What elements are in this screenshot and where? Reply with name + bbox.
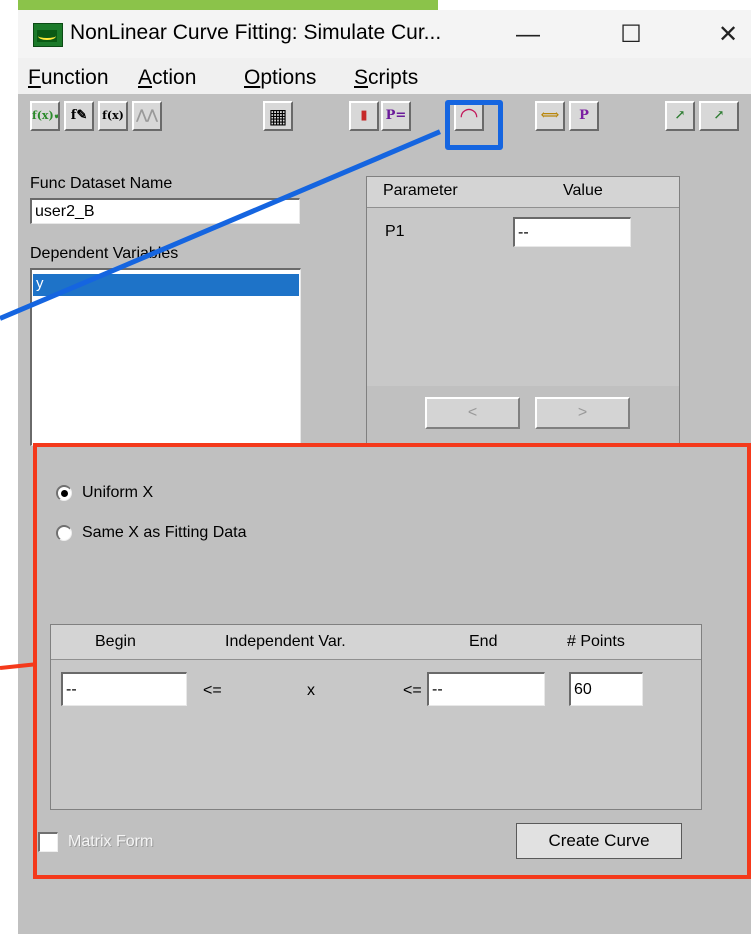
menu-scripts[interactable]: Scripts xyxy=(354,66,418,90)
parameters-icon: P= xyxy=(385,108,407,123)
nlfit-dialog-window: NonLinear Curve Fitting: Simulate Cur...… xyxy=(18,10,751,934)
function-check-icon: f(x)✔ xyxy=(32,109,60,122)
parameter-column-header: Parameter xyxy=(383,182,458,199)
peak-button[interactable]: ⋀⋀ xyxy=(132,101,162,131)
menu-action[interactable]: Action xyxy=(138,66,196,90)
toolbar: f(x)✔ f✎ f(x) ⋀⋀ ▦ ▮ P= ◠ ⟺ P ↗ ↗ xyxy=(18,94,751,140)
more-iterations-icon: ↗ xyxy=(713,108,725,123)
peak-icon: ⋀⋀ xyxy=(136,108,158,123)
menu-bar: Function Action Options Scripts xyxy=(18,58,751,94)
worksheet-button[interactable]: ▦ xyxy=(263,101,293,131)
dependent-variables-list[interactable]: y xyxy=(30,268,301,446)
app-icon xyxy=(33,23,63,47)
value-column-header: Value xyxy=(563,182,603,199)
minimize-button[interactable]: — xyxy=(508,18,548,52)
status-strip xyxy=(18,910,751,934)
more-iterations-button[interactable]: ↗ xyxy=(699,101,739,131)
function-check-button[interactable]: f(x)✔ xyxy=(30,101,60,131)
parameter-confidence-button[interactable]: P xyxy=(569,101,599,131)
function-edit-button[interactable]: f✎ xyxy=(64,101,94,131)
worksheet-icon: ▦ xyxy=(268,104,288,128)
function-edit-icon: f✎ xyxy=(70,108,88,123)
parameter-name: P1 xyxy=(385,223,405,240)
simulate-section-highlight xyxy=(33,443,751,879)
traffic-light-button[interactable]: ▮ xyxy=(349,101,379,131)
dataset-range-icon: ⟺ xyxy=(540,108,560,123)
prev-parameter-button[interactable]: < xyxy=(425,397,520,429)
parameter-table-body: P1 xyxy=(367,208,679,386)
func-dataset-name-label: Func Dataset Name xyxy=(30,175,173,192)
title-bar: NonLinear Curve Fitting: Simulate Cur...… xyxy=(18,10,751,58)
parameter-value-input[interactable] xyxy=(513,217,631,247)
background-green-bar xyxy=(18,0,438,10)
menu-function[interactable]: Function xyxy=(28,66,109,90)
function-library-button[interactable]: f(x) xyxy=(98,101,128,131)
parameter-panel: Parameter Value P1 < > xyxy=(366,176,680,446)
window-title: NonLinear Curve Fitting: Simulate Cur... xyxy=(70,21,442,44)
function-library-icon: f(x) xyxy=(102,109,124,122)
parameters-button[interactable]: P= xyxy=(381,101,411,131)
one-iteration-button[interactable]: ↗ xyxy=(665,101,695,131)
maximize-button[interactable]: ☐ xyxy=(611,18,651,52)
traffic-light-icon: ▮ xyxy=(360,108,368,123)
close-button[interactable]: ✕ xyxy=(708,18,748,52)
next-parameter-button[interactable]: > xyxy=(535,397,630,429)
parameter-confidence-icon: P xyxy=(579,108,589,123)
one-iteration-icon: ↗ xyxy=(674,108,686,123)
dataset-range-button[interactable]: ⟺ xyxy=(535,101,565,131)
simulate-curve-highlight xyxy=(445,100,503,150)
parameter-table-header: Parameter Value xyxy=(367,177,679,208)
menu-options[interactable]: Options xyxy=(244,66,316,90)
